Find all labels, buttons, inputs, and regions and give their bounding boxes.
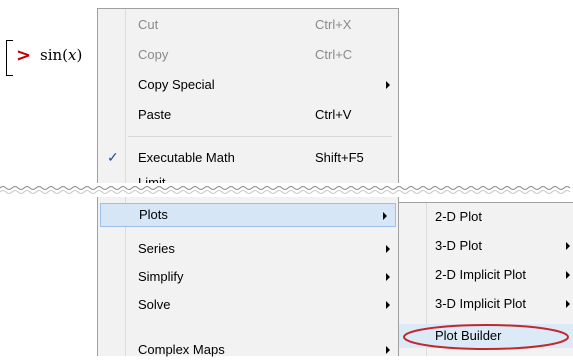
menu-item-series[interactable]: Series: [98, 237, 398, 261]
submenu-item-2d-plot[interactable]: 2-D Plot: [399, 205, 573, 229]
submenu-arrow-icon: [386, 301, 390, 309]
submenu-item-2d-implicit-plot[interactable]: 2-D Implicit Plot: [399, 263, 573, 287]
execution-group-bracket[interactable]: [6, 40, 13, 76]
submenu-item-plot-builder[interactable]: Plot Builder: [399, 324, 573, 348]
submenu-item-3d-plot[interactable]: 3-D Plot: [399, 234, 573, 258]
submenu-arrow-icon: [566, 242, 570, 250]
menu-item-complex-maps[interactable]: Complex Maps: [98, 338, 398, 362]
menu-item-copy-special[interactable]: Copy Special: [98, 73, 398, 97]
context-menu: Cut Ctrl+X Copy Ctrl+C Copy Special Past…: [97, 8, 399, 357]
math-expression[interactable]: sin(x): [40, 46, 82, 64]
submenu-arrow-icon: [566, 300, 570, 308]
plots-submenu: 2-D Plot 3-D Plot 2-D Implicit Plot 3-D …: [398, 202, 573, 356]
menu-item-copy: Copy Ctrl+C: [138, 47, 353, 62]
menu-item-plots[interactable]: Plots: [100, 203, 396, 227]
menu-item-cut: Cut Ctrl+X: [138, 17, 352, 32]
expr-close: ): [76, 46, 83, 64]
menu-item-paste[interactable]: Paste Ctrl+V: [98, 103, 398, 127]
submenu-arrow-icon: [383, 212, 387, 220]
menu-item-executable-math[interactable]: ✓ Executable Math Shift+F5: [98, 146, 398, 170]
submenu-arrow-icon: [386, 273, 390, 281]
menu-item-solve[interactable]: Solve: [98, 293, 398, 317]
expr-fn: sin(: [40, 46, 69, 64]
input-prompt: >: [16, 45, 32, 66]
menu-separator: [128, 136, 392, 137]
checkmark-icon: ✓: [107, 149, 119, 165]
submenu-arrow-icon: [386, 81, 390, 89]
submenu-item-3d-implicit-plot[interactable]: 3-D Implicit Plot: [399, 292, 573, 316]
submenu-arrow-icon: [386, 346, 390, 354]
menu-item-simplify[interactable]: Simplify: [98, 265, 398, 289]
submenu-arrow-icon: [386, 245, 390, 253]
torn-edge: [0, 183, 573, 197]
submenu-arrow-icon: [566, 271, 570, 279]
